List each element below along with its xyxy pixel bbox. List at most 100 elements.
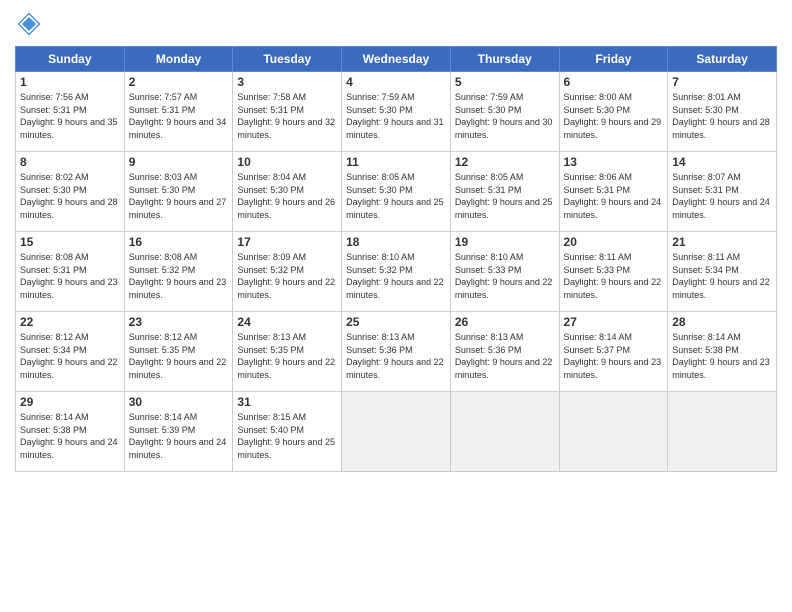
col-wednesday: Wednesday (342, 47, 451, 72)
day-info: Sunrise: 7:56 AM Sunset: 5:31 PM Dayligh… (20, 91, 120, 141)
day-cell: 29 Sunrise: 8:14 AM Sunset: 5:38 PM Dayl… (16, 392, 125, 472)
day-info: Sunrise: 8:10 AM Sunset: 5:33 PM Dayligh… (455, 251, 555, 301)
day-info: Sunrise: 8:10 AM Sunset: 5:32 PM Dayligh… (346, 251, 446, 301)
day-number: 24 (237, 315, 337, 329)
day-cell: 8 Sunrise: 8:02 AM Sunset: 5:30 PM Dayli… (16, 152, 125, 232)
day-number: 21 (672, 235, 772, 249)
day-cell: 19 Sunrise: 8:10 AM Sunset: 5:33 PM Dayl… (450, 232, 559, 312)
day-number: 3 (237, 75, 337, 89)
day-number: 12 (455, 155, 555, 169)
day-cell: 6 Sunrise: 8:00 AM Sunset: 5:30 PM Dayli… (559, 72, 668, 152)
day-info: Sunrise: 7:59 AM Sunset: 5:30 PM Dayligh… (455, 91, 555, 141)
day-info: Sunrise: 7:59 AM Sunset: 5:30 PM Dayligh… (346, 91, 446, 141)
logo (15, 10, 45, 38)
day-cell: 22 Sunrise: 8:12 AM Sunset: 5:34 PM Dayl… (16, 312, 125, 392)
col-sunday: Sunday (16, 47, 125, 72)
day-cell: 14 Sunrise: 8:07 AM Sunset: 5:31 PM Dayl… (668, 152, 777, 232)
day-number: 5 (455, 75, 555, 89)
week-row-2: 15 Sunrise: 8:08 AM Sunset: 5:31 PM Dayl… (16, 232, 777, 312)
day-cell: 26 Sunrise: 8:13 AM Sunset: 5:36 PM Dayl… (450, 312, 559, 392)
day-info: Sunrise: 8:05 AM Sunset: 5:30 PM Dayligh… (346, 171, 446, 221)
day-info: Sunrise: 8:14 AM Sunset: 5:39 PM Dayligh… (129, 411, 229, 461)
day-cell: 7 Sunrise: 8:01 AM Sunset: 5:30 PM Dayli… (668, 72, 777, 152)
week-row-1: 8 Sunrise: 8:02 AM Sunset: 5:30 PM Dayli… (16, 152, 777, 232)
col-monday: Monday (124, 47, 233, 72)
day-number: 19 (455, 235, 555, 249)
day-number: 6 (564, 75, 664, 89)
day-info: Sunrise: 8:00 AM Sunset: 5:30 PM Dayligh… (564, 91, 664, 141)
day-info: Sunrise: 8:12 AM Sunset: 5:35 PM Dayligh… (129, 331, 229, 381)
logo-icon (15, 10, 43, 38)
day-cell (559, 392, 668, 472)
day-cell: 31 Sunrise: 8:15 AM Sunset: 5:40 PM Dayl… (233, 392, 342, 472)
day-info: Sunrise: 8:14 AM Sunset: 5:38 PM Dayligh… (20, 411, 120, 461)
day-number: 26 (455, 315, 555, 329)
day-info: Sunrise: 8:13 AM Sunset: 5:36 PM Dayligh… (346, 331, 446, 381)
day-cell: 15 Sunrise: 8:08 AM Sunset: 5:31 PM Dayl… (16, 232, 125, 312)
day-info: Sunrise: 8:04 AM Sunset: 5:30 PM Dayligh… (237, 171, 337, 221)
header (15, 10, 777, 38)
day-number: 16 (129, 235, 229, 249)
day-number: 20 (564, 235, 664, 249)
day-info: Sunrise: 8:15 AM Sunset: 5:40 PM Dayligh… (237, 411, 337, 461)
day-info: Sunrise: 7:58 AM Sunset: 5:31 PM Dayligh… (237, 91, 337, 141)
day-number: 17 (237, 235, 337, 249)
day-number: 28 (672, 315, 772, 329)
day-cell: 21 Sunrise: 8:11 AM Sunset: 5:34 PM Dayl… (668, 232, 777, 312)
day-cell: 12 Sunrise: 8:05 AM Sunset: 5:31 PM Dayl… (450, 152, 559, 232)
day-info: Sunrise: 8:11 AM Sunset: 5:34 PM Dayligh… (672, 251, 772, 301)
col-friday: Friday (559, 47, 668, 72)
day-info: Sunrise: 8:05 AM Sunset: 5:31 PM Dayligh… (455, 171, 555, 221)
day-number: 9 (129, 155, 229, 169)
day-info: Sunrise: 8:08 AM Sunset: 5:32 PM Dayligh… (129, 251, 229, 301)
day-cell: 2 Sunrise: 7:57 AM Sunset: 5:31 PM Dayli… (124, 72, 233, 152)
day-info: Sunrise: 8:08 AM Sunset: 5:31 PM Dayligh… (20, 251, 120, 301)
day-cell: 25 Sunrise: 8:13 AM Sunset: 5:36 PM Dayl… (342, 312, 451, 392)
day-cell: 16 Sunrise: 8:08 AM Sunset: 5:32 PM Dayl… (124, 232, 233, 312)
day-number: 31 (237, 395, 337, 409)
day-cell: 5 Sunrise: 7:59 AM Sunset: 5:30 PM Dayli… (450, 72, 559, 152)
day-number: 27 (564, 315, 664, 329)
day-number: 10 (237, 155, 337, 169)
day-cell: 13 Sunrise: 8:06 AM Sunset: 5:31 PM Dayl… (559, 152, 668, 232)
day-cell: 1 Sunrise: 7:56 AM Sunset: 5:31 PM Dayli… (16, 72, 125, 152)
day-info: Sunrise: 8:02 AM Sunset: 5:30 PM Dayligh… (20, 171, 120, 221)
day-number: 22 (20, 315, 120, 329)
day-number: 1 (20, 75, 120, 89)
day-number: 15 (20, 235, 120, 249)
col-thursday: Thursday (450, 47, 559, 72)
calendar-body: 1 Sunrise: 7:56 AM Sunset: 5:31 PM Dayli… (16, 72, 777, 472)
day-number: 7 (672, 75, 772, 89)
col-tuesday: Tuesday (233, 47, 342, 72)
day-number: 4 (346, 75, 446, 89)
day-number: 13 (564, 155, 664, 169)
header-row: Sunday Monday Tuesday Wednesday Thursday… (16, 47, 777, 72)
day-number: 30 (129, 395, 229, 409)
day-info: Sunrise: 8:13 AM Sunset: 5:35 PM Dayligh… (237, 331, 337, 381)
day-number: 18 (346, 235, 446, 249)
day-cell: 28 Sunrise: 8:14 AM Sunset: 5:38 PM Dayl… (668, 312, 777, 392)
day-number: 25 (346, 315, 446, 329)
day-info: Sunrise: 8:03 AM Sunset: 5:30 PM Dayligh… (129, 171, 229, 221)
day-number: 29 (20, 395, 120, 409)
day-cell: 9 Sunrise: 8:03 AM Sunset: 5:30 PM Dayli… (124, 152, 233, 232)
day-info: Sunrise: 8:07 AM Sunset: 5:31 PM Dayligh… (672, 171, 772, 221)
day-number: 2 (129, 75, 229, 89)
day-cell (342, 392, 451, 472)
day-info: Sunrise: 8:13 AM Sunset: 5:36 PM Dayligh… (455, 331, 555, 381)
week-row-3: 22 Sunrise: 8:12 AM Sunset: 5:34 PM Dayl… (16, 312, 777, 392)
day-cell: 30 Sunrise: 8:14 AM Sunset: 5:39 PM Dayl… (124, 392, 233, 472)
day-number: 8 (20, 155, 120, 169)
page: Sunday Monday Tuesday Wednesday Thursday… (0, 0, 792, 612)
day-cell: 27 Sunrise: 8:14 AM Sunset: 5:37 PM Dayl… (559, 312, 668, 392)
day-info: Sunrise: 7:57 AM Sunset: 5:31 PM Dayligh… (129, 91, 229, 141)
col-saturday: Saturday (668, 47, 777, 72)
day-cell: 3 Sunrise: 7:58 AM Sunset: 5:31 PM Dayli… (233, 72, 342, 152)
day-cell: 24 Sunrise: 8:13 AM Sunset: 5:35 PM Dayl… (233, 312, 342, 392)
week-row-0: 1 Sunrise: 7:56 AM Sunset: 5:31 PM Dayli… (16, 72, 777, 152)
day-info: Sunrise: 8:14 AM Sunset: 5:38 PM Dayligh… (672, 331, 772, 381)
calendar-header: Sunday Monday Tuesday Wednesday Thursday… (16, 47, 777, 72)
day-cell: 4 Sunrise: 7:59 AM Sunset: 5:30 PM Dayli… (342, 72, 451, 152)
day-number: 23 (129, 315, 229, 329)
day-info: Sunrise: 8:12 AM Sunset: 5:34 PM Dayligh… (20, 331, 120, 381)
